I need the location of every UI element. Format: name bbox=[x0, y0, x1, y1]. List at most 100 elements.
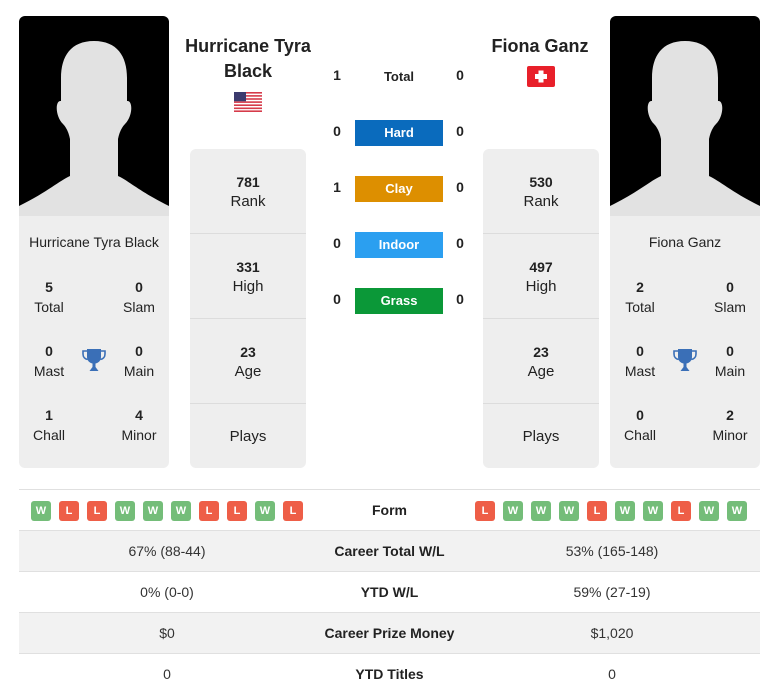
titles-main-value: 0 bbox=[135, 343, 143, 359]
form-win-badge[interactable]: W bbox=[727, 501, 747, 521]
titles-slam-value: 0 bbox=[726, 279, 734, 295]
h2h-indoor-p2: 0 bbox=[456, 235, 464, 251]
player2-card-name: Fiona Ganz bbox=[648, 234, 722, 250]
surface-grass[interactable]: Grass bbox=[355, 288, 443, 314]
player1-name-line2[interactable]: Black bbox=[175, 59, 321, 84]
titles-mast-value: 0 bbox=[636, 343, 644, 359]
form-loss-badge[interactable]: L bbox=[283, 501, 303, 521]
player1-stats: 781 Rank 331 High 23 Age Plays bbox=[190, 149, 306, 468]
form-loss-badge[interactable]: L bbox=[475, 501, 495, 521]
player2-high: 497 High bbox=[483, 234, 599, 319]
form-win-badge[interactable]: W bbox=[31, 501, 51, 521]
surface-hard[interactable]: Hard bbox=[355, 120, 443, 146]
high-value: 497 bbox=[529, 259, 553, 275]
rank-label: Rank bbox=[230, 193, 266, 210]
career-wl-label: Career Total W/L bbox=[334, 543, 445, 559]
form-win-badge[interactable]: W bbox=[503, 501, 523, 521]
player1-prize: $0 bbox=[159, 625, 175, 641]
titles-chall: 1 Chall bbox=[19, 406, 79, 446]
player2-ytd-wl: 59% (27-19) bbox=[573, 584, 651, 600]
titles-mast: 0 Mast bbox=[19, 342, 79, 382]
form-win-badge[interactable]: W bbox=[143, 501, 163, 521]
high-label: High bbox=[525, 278, 557, 295]
player2-card: Fiona Ganz 2 Total 0 Slam 0 Mast 0 Main … bbox=[610, 16, 760, 468]
comparison-table: WLLWWWLLWL Form LWWWLWWLWW 67% (88-44) C… bbox=[19, 489, 760, 694]
h2h-clay-p2: 0 bbox=[456, 179, 464, 195]
plays-label: Plays bbox=[522, 428, 560, 445]
form-win-badge[interactable]: W bbox=[615, 501, 635, 521]
ytd-titles-row: 0 YTD Titles 0 bbox=[19, 653, 760, 694]
form-win-badge[interactable]: W bbox=[171, 501, 191, 521]
form-loss-badge[interactable]: L bbox=[59, 501, 79, 521]
form-win-badge[interactable]: W bbox=[643, 501, 663, 521]
age-label: Age bbox=[234, 363, 262, 380]
form-win-badge[interactable]: W bbox=[559, 501, 579, 521]
h2h-total-p2: 0 bbox=[456, 67, 464, 83]
titles-main-label: Main bbox=[123, 363, 155, 379]
titles-mast-label: Mast bbox=[624, 363, 656, 379]
player1-plays: Plays bbox=[190, 404, 306, 468]
h2h-hard-p2: 0 bbox=[456, 123, 464, 139]
silhouette-icon bbox=[610, 41, 760, 216]
titles-slam-label: Slam bbox=[714, 299, 746, 315]
form-loss-badge[interactable]: L bbox=[87, 501, 107, 521]
titles-chall-label: Chall bbox=[624, 427, 656, 443]
player1-career-wl: 67% (88-44) bbox=[128, 543, 206, 559]
form-loss-badge[interactable]: L bbox=[199, 501, 219, 521]
titles-total: 2 Total bbox=[610, 278, 670, 318]
titles-chall: 0 Chall bbox=[610, 406, 670, 446]
h2h-indoor-p1: 0 bbox=[333, 235, 341, 251]
player2-stats: 530 Rank 497 High 23 Age Plays bbox=[483, 149, 599, 468]
titles-chall-label: Chall bbox=[33, 427, 65, 443]
titles-total-value: 5 bbox=[45, 279, 53, 295]
titles-mast-value: 0 bbox=[45, 343, 53, 359]
surface-indoor[interactable]: Indoor bbox=[355, 232, 443, 258]
titles-minor: 4 Minor bbox=[109, 406, 169, 446]
titles-mast: 0 Mast bbox=[610, 342, 670, 382]
player2-ytd-titles: 0 bbox=[608, 666, 616, 682]
form-row: WLLWWWLLWL Form LWWWLWWLWW bbox=[19, 489, 760, 530]
titles-main: 0 Main bbox=[700, 342, 760, 382]
h2h-grass-p1: 0 bbox=[333, 291, 341, 307]
titles-total-value: 2 bbox=[636, 279, 644, 295]
form-win-badge[interactable]: W bbox=[699, 501, 719, 521]
trophy-icon bbox=[82, 349, 106, 371]
player1-name-link[interactable]: Hurricane Tyra Black bbox=[175, 34, 321, 84]
switzerland-flag-icon bbox=[527, 66, 555, 87]
age-value: 23 bbox=[240, 344, 256, 360]
rank-value: 781 bbox=[236, 174, 260, 190]
player1-form: WLLWWWLLWL bbox=[31, 501, 303, 521]
h2h-total-label: Total bbox=[383, 69, 415, 84]
h2h-hard-p1: 0 bbox=[333, 123, 341, 139]
career-wl-row: 67% (88-44) Career Total W/L 53% (165-14… bbox=[19, 530, 760, 571]
form-win-badge[interactable]: W bbox=[115, 501, 135, 521]
form-win-badge[interactable]: W bbox=[255, 501, 275, 521]
titles-total-label: Total bbox=[34, 299, 64, 315]
us-flag-icon bbox=[234, 92, 262, 112]
silhouette-icon bbox=[19, 41, 169, 216]
form-win-badge[interactable]: W bbox=[531, 501, 551, 521]
titles-main-value: 0 bbox=[726, 343, 734, 359]
player2-photo bbox=[610, 16, 760, 216]
player1-high: 331 High bbox=[190, 234, 306, 319]
ytd-wl-row: 0% (0-0) YTD W/L 59% (27-19) bbox=[19, 571, 760, 612]
form-loss-badge[interactable]: L bbox=[227, 501, 247, 521]
player1-rank: 781 Rank bbox=[190, 149, 306, 234]
titles-minor-value: 2 bbox=[726, 407, 734, 423]
titles-main: 0 Main bbox=[109, 342, 169, 382]
titles-chall-value: 1 bbox=[45, 407, 53, 423]
surface-clay[interactable]: Clay bbox=[355, 176, 443, 202]
titles-minor-value: 4 bbox=[135, 407, 143, 423]
player2-name-link[interactable]: Fiona Ganz bbox=[470, 34, 610, 59]
player1-ytd-titles: 0 bbox=[163, 666, 171, 682]
titles-chall-value: 0 bbox=[636, 407, 644, 423]
form-loss-badge[interactable]: L bbox=[671, 501, 691, 521]
player1-name-line1[interactable]: Hurricane Tyra bbox=[175, 34, 321, 59]
ytd-titles-label: YTD Titles bbox=[355, 666, 424, 682]
form-loss-badge[interactable]: L bbox=[587, 501, 607, 521]
titles-main-label: Main bbox=[714, 363, 746, 379]
player1-photo bbox=[19, 16, 169, 216]
player2-prize: $1,020 bbox=[590, 625, 634, 641]
rank-label: Rank bbox=[523, 193, 559, 210]
prize-label: Career Prize Money bbox=[324, 625, 455, 641]
